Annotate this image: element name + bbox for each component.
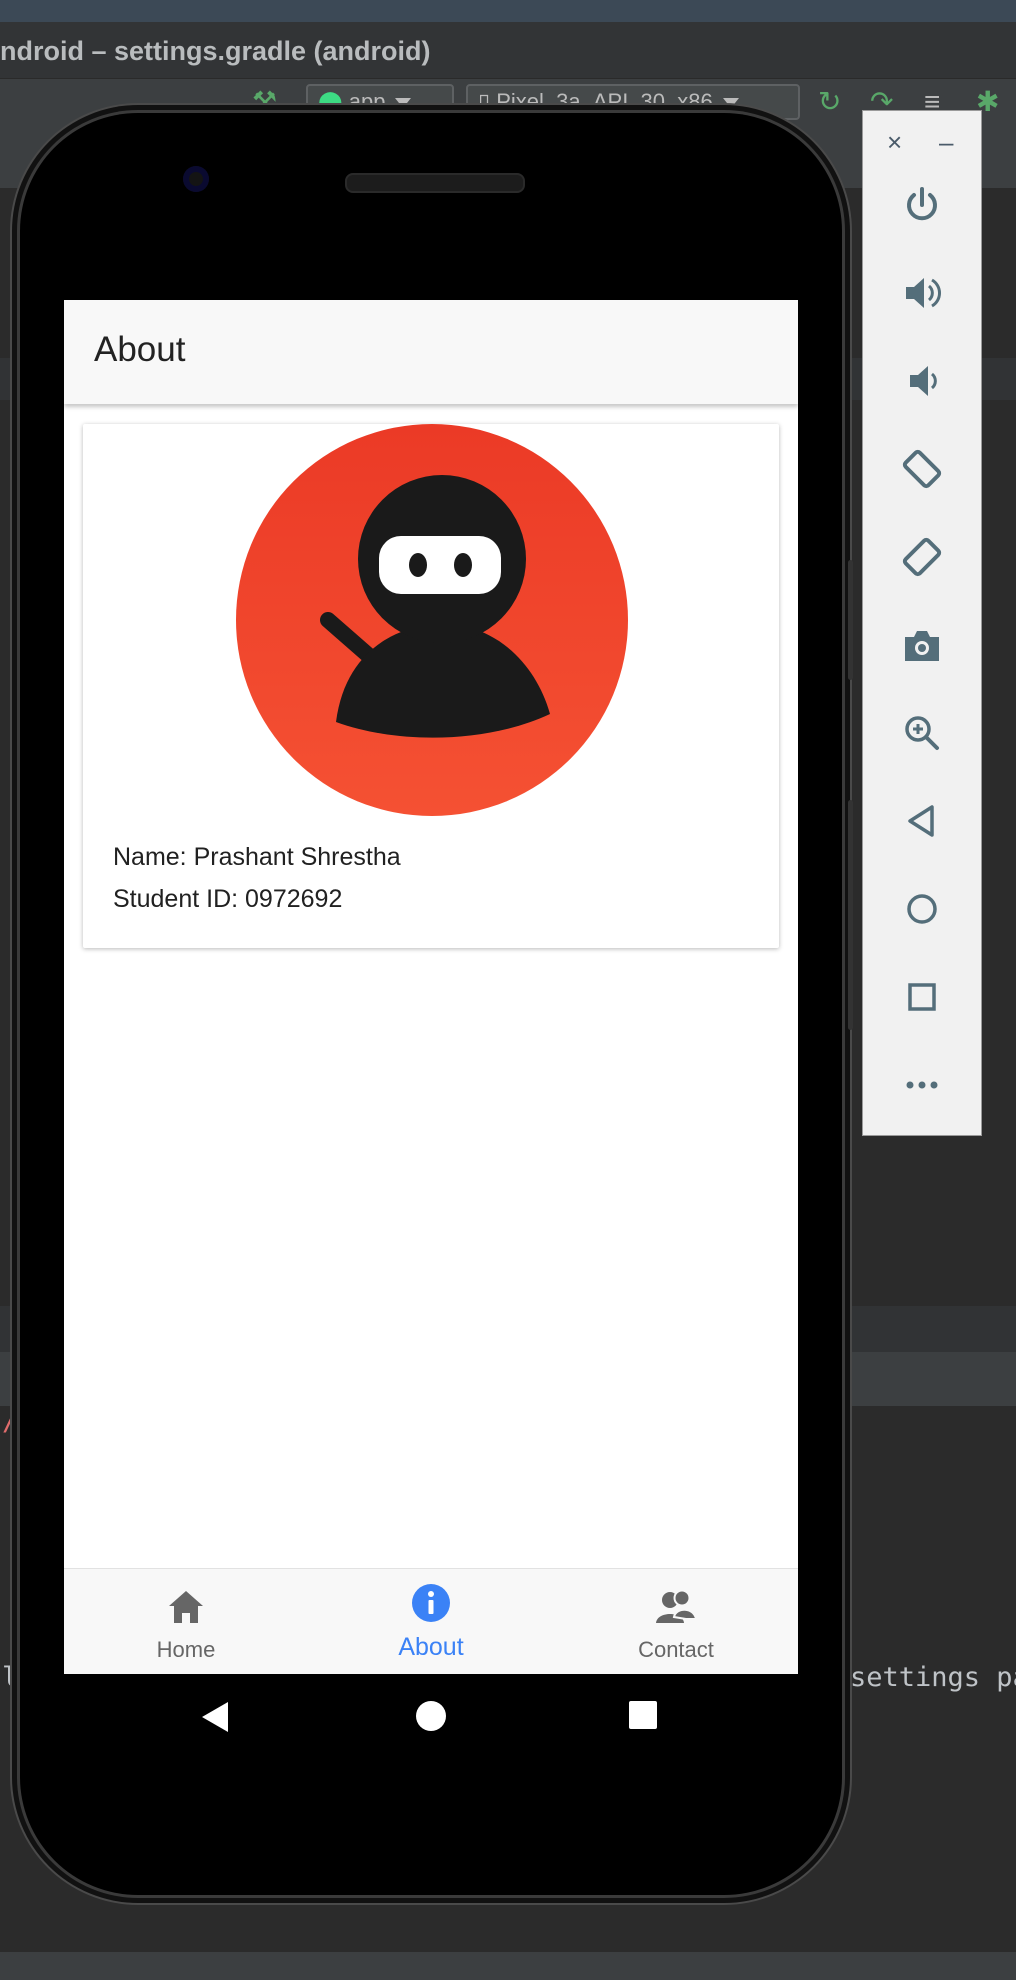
chevron-down-icon bbox=[395, 98, 412, 109]
rotate-right-icon bbox=[902, 537, 942, 577]
bottom-navigation: Home About Contact bbox=[64, 1568, 798, 1674]
page-title: About bbox=[94, 330, 186, 369]
overview-icon bbox=[908, 983, 936, 1011]
phone-icon: ▯ bbox=[478, 89, 491, 114]
rotate-left-button[interactable] bbox=[863, 442, 981, 496]
rotate-left-icon bbox=[902, 449, 942, 489]
run-config-label: app bbox=[348, 89, 386, 114]
zoom-icon bbox=[905, 716, 939, 750]
camera-icon bbox=[905, 631, 939, 661]
rotate-right-button[interactable] bbox=[863, 530, 981, 584]
ninja-avatar bbox=[236, 424, 628, 816]
android-system-nav bbox=[64, 1674, 798, 1764]
student-name: Name: Prashant Shrestha bbox=[113, 843, 401, 871]
os-menu-strip bbox=[0, 0, 1016, 22]
back-icon bbox=[908, 805, 934, 837]
volume-down-icon bbox=[910, 366, 937, 396]
phone-side-button bbox=[848, 800, 853, 1030]
minimize-icon[interactable]: – bbox=[939, 127, 953, 158]
home-button[interactable] bbox=[863, 882, 981, 936]
close-icon[interactable]: × bbox=[887, 127, 902, 158]
nav-about[interactable]: About bbox=[309, 1569, 553, 1674]
app-bar: About bbox=[64, 300, 798, 404]
back-triangle-icon[interactable] bbox=[200, 1700, 230, 1734]
more-button[interactable] bbox=[863, 1058, 981, 1112]
screenshot-button[interactable] bbox=[863, 618, 981, 672]
home-circle-icon bbox=[907, 894, 937, 924]
phone-side-button bbox=[848, 560, 853, 680]
app-screen: About Name: Prashant Shrestha Student ID… bbox=[64, 300, 798, 1674]
home-circle-icon[interactable] bbox=[415, 1700, 447, 1732]
power-button[interactable] bbox=[863, 178, 981, 232]
android-icon: ⬤ bbox=[318, 89, 343, 114]
nav-home-label: Home bbox=[156, 1637, 216, 1662]
volume-up-button[interactable] bbox=[863, 266, 981, 320]
emulator-controls-panel: × – bbox=[862, 110, 982, 1136]
power-icon bbox=[907, 187, 937, 221]
device-selector-label: Pixel_3a_API_30_x86 bbox=[496, 89, 713, 114]
nav-contact[interactable]: Contact bbox=[554, 1569, 798, 1674]
code-fragment: / bbox=[2, 1406, 19, 1437]
overview-button[interactable] bbox=[863, 970, 981, 1024]
apply-changes-icon[interactable]: ↻ bbox=[818, 88, 841, 116]
profile-card: Name: Prashant Shrestha Student ID: 0972… bbox=[83, 424, 779, 948]
back-button[interactable] bbox=[863, 794, 981, 848]
ide-window-title: ndroid – settings.gradle (android) bbox=[0, 36, 431, 66]
ide-status-bar bbox=[0, 1952, 1016, 1980]
nav-about-label: About bbox=[398, 1633, 464, 1661]
code-fragment: settings pa bbox=[850, 1662, 1016, 1693]
chevron-down-icon bbox=[722, 98, 739, 109]
home-icon bbox=[169, 1591, 203, 1623]
build-hammer-icon[interactable]: ⚒ bbox=[252, 88, 277, 116]
student-id: Student ID: 0972692 bbox=[113, 885, 343, 913]
nav-contact-label: Contact bbox=[638, 1637, 714, 1662]
code-fragment: l bbox=[2, 1662, 19, 1693]
nav-home[interactable]: Home bbox=[64, 1569, 308, 1674]
zoom-button[interactable] bbox=[863, 706, 981, 760]
contacts-icon bbox=[656, 1589, 696, 1623]
volume-down-button[interactable] bbox=[863, 354, 981, 408]
more-icon bbox=[906, 1081, 938, 1089]
earpiece-speaker bbox=[345, 173, 525, 193]
front-camera bbox=[183, 166, 209, 192]
recents-square-icon[interactable] bbox=[628, 1700, 658, 1730]
info-icon bbox=[412, 1584, 450, 1622]
volume-up-icon bbox=[906, 278, 942, 308]
